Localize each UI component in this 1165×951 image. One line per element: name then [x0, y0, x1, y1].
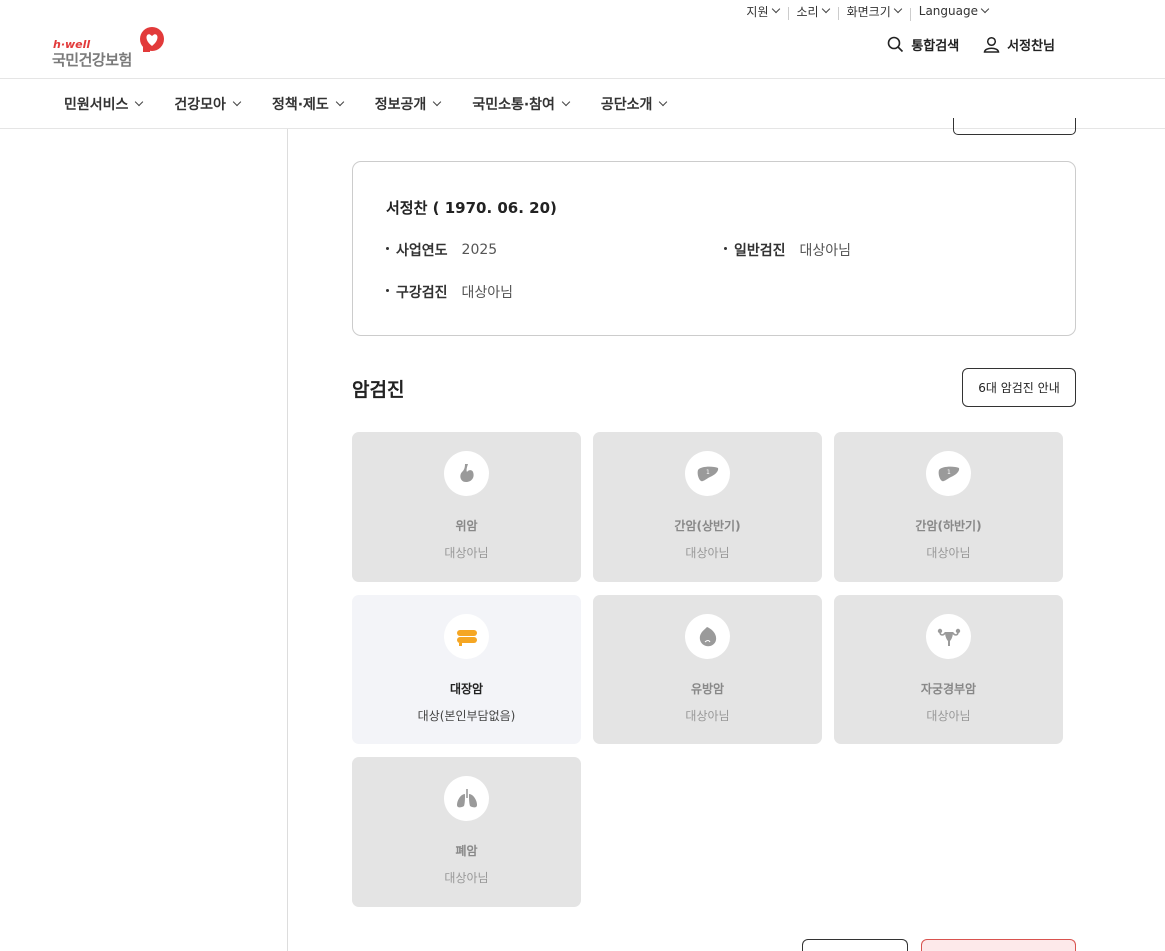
biz-year-value: 2025 [461, 242, 498, 258]
nav-about[interactable]: 공단소개 [600, 94, 668, 114]
person-title: 서정찬 ( 1970. 06. 20) [386, 199, 557, 217]
stomach-icon [444, 451, 489, 496]
top-button-partial[interactable] [953, 118, 1076, 135]
general-exam-value: 대상아님 [799, 243, 852, 259]
cancer-name: 자궁경부암 [920, 682, 977, 696]
user-menu-button[interactable]: 서정찬님 [983, 35, 1055, 54]
nav-label: 정보공개 [374, 96, 427, 113]
nav-label: 공단소개 [600, 96, 653, 113]
oral-exam-label: 구강검진 [386, 282, 448, 302]
site-logo[interactable]: h·well 국민건강보험 [52, 26, 167, 70]
cancer-card-liver-second-half[interactable]: 1 간암(하반기) 대상아님 [834, 432, 1063, 582]
colon-icon [444, 614, 489, 659]
cancer-section-title: 암검진 [352, 379, 405, 401]
header-actions: 통합검색 서정찬님 [887, 35, 1055, 54]
chevron-down-icon [135, 97, 144, 106]
search-icon [888, 36, 904, 53]
cancer-card-stomach[interactable]: 위암 대상아님 [352, 432, 581, 582]
chevron-down-icon [893, 4, 903, 14]
sidebar-divider [287, 129, 288, 951]
cancer-status: 대상아님 [926, 709, 971, 723]
biz-year-row: 사업연도 2025 [386, 240, 497, 260]
nav-participation[interactable]: 국민소통·참여 [472, 94, 571, 114]
util-support[interactable]: 지원 [737, 3, 787, 20]
uterus-icon [926, 614, 971, 659]
cancer-status: 대상아님 [926, 546, 971, 560]
svg-text:1: 1 [947, 469, 951, 476]
util-language-label: Language [918, 4, 978, 18]
search-label: 통합검색 [911, 39, 960, 54]
chevron-down-icon [659, 97, 668, 106]
cancer-status: 대상아님 [685, 709, 730, 723]
util-sound[interactable]: 소리 [787, 3, 838, 20]
cancer-card-cervical[interactable]: 자궁경부암 대상아님 [834, 595, 1063, 744]
utility-nav: 지원 소리 화면크기 Language [737, 0, 997, 22]
search-button[interactable]: 통합검색 [887, 35, 959, 54]
bottom-button-partial-1[interactable] [802, 939, 908, 951]
person-info-card: 서정찬 ( 1970. 06. 20) 사업연도 2025 일반검진 대상아님 … [352, 161, 1076, 336]
nav-label: 정책·제도 [271, 96, 329, 113]
chevron-down-icon [771, 4, 780, 14]
chevron-down-icon [980, 4, 990, 14]
util-screen-size-label: 화면크기 [846, 4, 891, 19]
oral-exam-row: 구강검진 대상아님 [386, 282, 513, 302]
user-icon [983, 36, 1000, 53]
lung-icon [444, 776, 489, 821]
cancer-status: 대상아님 [444, 871, 489, 885]
util-screen-size[interactable]: 화면크기 [837, 3, 910, 20]
cancer-name: 위암 [455, 519, 478, 533]
nav-label: 국민소통·참여 [472, 96, 555, 113]
cancer-status: 대상아님 [685, 546, 730, 560]
breast-icon [685, 614, 730, 659]
general-exam-row: 일반검진 대상아님 [724, 240, 851, 260]
cancer-card-breast[interactable]: 유방암 대상아님 [593, 595, 822, 744]
general-exam-label: 일반검진 [724, 240, 786, 260]
cancer-name: 간암(하반기) [915, 519, 982, 533]
user-label: 서정찬님 [1007, 39, 1055, 54]
util-sound-label: 소리 [796, 4, 819, 19]
cancer-guide-button[interactable]: 6대 암검진 안내 [962, 368, 1076, 407]
chevron-down-icon [561, 97, 571, 106]
cancer-name: 유방암 [690, 682, 725, 696]
chevron-down-icon [821, 4, 830, 14]
nav-policy[interactable]: 정책·제도 [271, 94, 345, 114]
biz-year-label: 사업연도 [386, 240, 448, 260]
nav-health[interactable]: 건강모아 [174, 94, 242, 114]
util-language[interactable]: Language [909, 4, 997, 21]
oral-exam-value: 대상아님 [461, 285, 514, 301]
svg-text:1: 1 [706, 469, 710, 476]
nav-label: 민원서비스 [64, 96, 129, 113]
heart-icon [140, 27, 164, 52]
bottom-button-partial-2[interactable] [921, 939, 1076, 951]
cancer-card-lung[interactable]: 폐암 대상아님 [352, 757, 581, 907]
liver-icon: 1 [685, 451, 730, 496]
cancer-card-colon[interactable]: 대장암 대상(본인부담없음) [352, 595, 581, 744]
util-support-label: 지원 [746, 4, 769, 19]
cancer-status: 대상아님 [444, 546, 489, 560]
cancer-status: 대상(본인부담없음) [417, 709, 516, 723]
nav-civil-service[interactable]: 민원서비스 [64, 94, 144, 114]
nav-info-disclosure[interactable]: 정보공개 [374, 94, 442, 114]
cancer-name: 대장암 [449, 682, 484, 696]
cancer-name: 폐암 [455, 844, 478, 858]
logo-name: 국민건강보험 [52, 51, 132, 69]
nav-label: 건강모아 [174, 96, 226, 113]
chevron-down-icon [335, 97, 345, 106]
chevron-down-icon [433, 97, 442, 106]
chevron-down-icon [232, 97, 242, 106]
cancer-card-liver-first-half[interactable]: 1 간암(상반기) 대상아님 [593, 432, 822, 582]
liver-icon: 1 [926, 451, 971, 496]
cancer-name: 간암(상반기) [674, 519, 741, 533]
